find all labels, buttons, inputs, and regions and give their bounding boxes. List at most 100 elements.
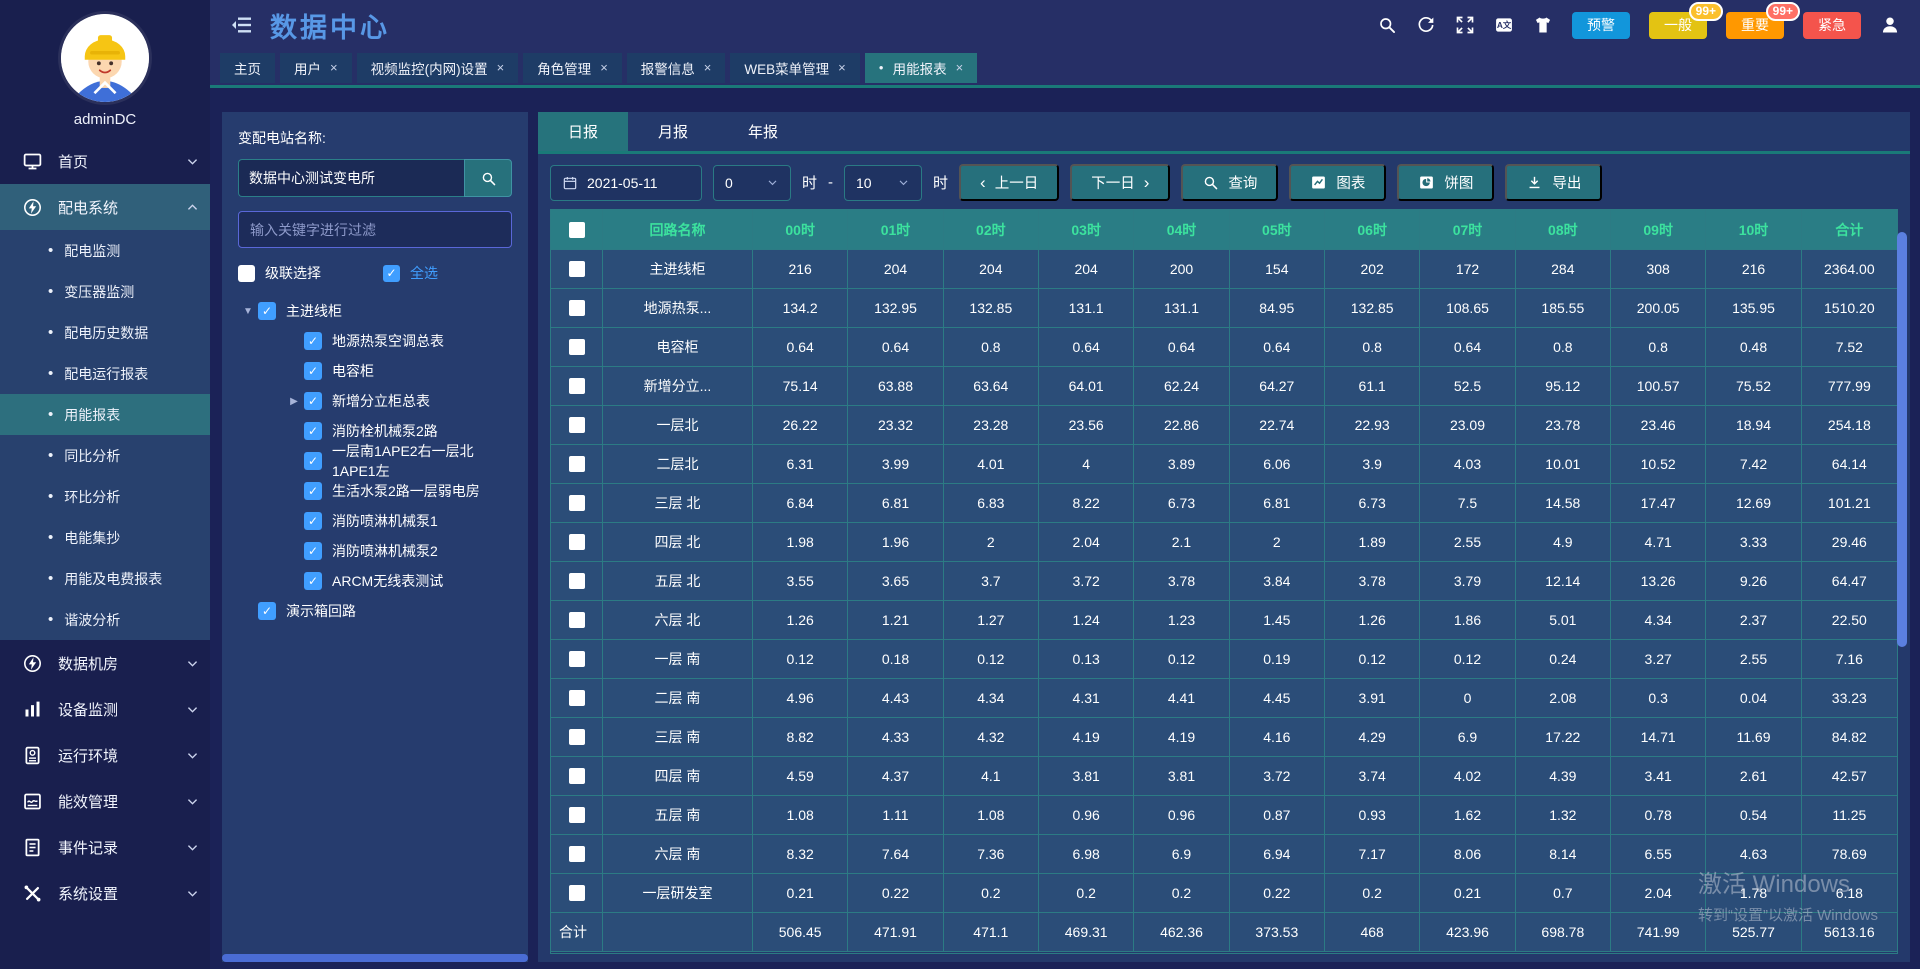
sidebar-subitem-环比分析[interactable]: •环比分析	[0, 476, 210, 517]
alert-button-一般[interactable]: 一般99+	[1649, 12, 1707, 39]
report-tab-月报[interactable]: 月报	[628, 112, 718, 151]
column-header-circuit-name[interactable]: 回路名称	[603, 210, 753, 250]
window-tab-报警信息[interactable]: 报警信息×	[627, 53, 726, 83]
user-icon[interactable]	[1880, 15, 1900, 35]
tree-node-ARCM无线表测试[interactable]: ✓ARCM无线表测试	[238, 566, 512, 596]
tree-node-演示箱回路[interactable]: ✓演示箱回路	[238, 596, 512, 626]
row-checkbox[interactable]	[569, 456, 585, 472]
tree-node-消防喷淋机械泵2[interactable]: ✓消防喷淋机械泵2	[238, 536, 512, 566]
tree-node-checkbox[interactable]: ✓	[304, 572, 322, 590]
tree-node-生活水泵2路一层弱电房[interactable]: ✓生活水泵2路一层弱电房	[238, 476, 512, 506]
tree-node-电容柜[interactable]: ✓电容柜	[238, 356, 512, 386]
sidebar-item-设备监测[interactable]: 设备监测	[0, 686, 210, 732]
sidebar-subitem-配电监测[interactable]: •配电监测	[0, 230, 210, 271]
prev-day-button[interactable]: ‹ 上一日	[959, 164, 1059, 201]
date-picker[interactable]: 2021-05-11	[550, 165, 702, 201]
column-header-07时[interactable]: 07时	[1420, 210, 1515, 250]
column-header-total[interactable]: 合计	[1802, 210, 1897, 250]
alert-button-重要[interactable]: 重要99+	[1726, 12, 1784, 39]
translate-icon[interactable]: A文	[1494, 15, 1514, 35]
tree-node-checkbox[interactable]: ✓	[304, 542, 322, 560]
tree-node-checkbox[interactable]: ✓	[304, 482, 322, 500]
report-tab-日报[interactable]: 日报	[538, 112, 628, 151]
row-checkbox[interactable]	[569, 807, 585, 823]
row-checkbox[interactable]	[569, 417, 585, 433]
row-checkbox[interactable]	[569, 885, 585, 901]
tree-node-checkbox[interactable]: ✓	[304, 392, 322, 410]
tree-node-checkbox[interactable]: ✓	[304, 452, 322, 470]
tree-node-checkbox[interactable]: ✓	[304, 332, 322, 350]
next-day-button[interactable]: 下一日 ›	[1070, 164, 1170, 201]
tree-node-消防喷淋机械泵1[interactable]: ✓消防喷淋机械泵1	[238, 506, 512, 536]
fullscreen-icon[interactable]	[1455, 15, 1475, 35]
row-checkbox[interactable]	[569, 261, 585, 277]
row-checkbox[interactable]	[569, 768, 585, 784]
caret-right-icon[interactable]: ▶	[284, 396, 304, 407]
tree-horizontal-scrollbar[interactable]	[222, 954, 528, 962]
tree-node-checkbox[interactable]: ✓	[304, 422, 322, 440]
sidebar-item-数据机房[interactable]: 数据机房	[0, 640, 210, 686]
cascade-checkbox[interactable]	[238, 265, 255, 282]
select-all-rows-checkbox[interactable]	[569, 222, 585, 238]
chart-button[interactable]: 图表	[1289, 164, 1386, 201]
search-icon[interactable]	[1377, 15, 1397, 35]
window-tab-用能报表[interactable]: ●用能报表×	[865, 53, 977, 83]
column-header-05时[interactable]: 05时	[1230, 210, 1325, 250]
sidebar-item-运行环境[interactable]: 运行环境	[0, 732, 210, 778]
export-button[interactable]: 导出	[1505, 164, 1602, 201]
tree-node-一层南1APE2右一层北1APE1左[interactable]: ✓一层南1APE2右一层北1APE1左	[238, 446, 512, 476]
tree-node-地源热泵空调总表[interactable]: ✓地源热泵空调总表	[238, 326, 512, 356]
sidebar-item-配电系统[interactable]: 配电系统	[0, 184, 210, 230]
theme-icon[interactable]	[1533, 15, 1553, 35]
row-checkbox[interactable]	[569, 729, 585, 745]
hour-start-select[interactable]: 0	[713, 165, 791, 201]
sidebar-item-首页[interactable]: 首页	[0, 138, 210, 184]
sidebar-subitem-配电历史数据[interactable]: •配电历史数据	[0, 312, 210, 353]
query-button[interactable]: 查询	[1181, 164, 1278, 201]
avatar[interactable]	[61, 14, 149, 102]
tree-filter-input[interactable]	[238, 211, 512, 248]
table-vertical-scrollbar[interactable]	[1897, 232, 1907, 647]
column-header-06时[interactable]: 06时	[1325, 210, 1420, 250]
row-checkbox[interactable]	[569, 651, 585, 667]
sidebar-subitem-电能集抄[interactable]: •电能集抄	[0, 517, 210, 558]
close-tab-icon[interactable]: ×	[704, 60, 712, 75]
station-search-button[interactable]	[464, 159, 512, 197]
row-checkbox[interactable]	[569, 573, 585, 589]
row-checkbox[interactable]	[569, 690, 585, 706]
column-header-02时[interactable]: 02时	[944, 210, 1039, 250]
collapse-sidebar-icon[interactable]	[230, 13, 254, 37]
column-header-04时[interactable]: 04时	[1134, 210, 1229, 250]
column-header-09时[interactable]: 09时	[1611, 210, 1706, 250]
sidebar-subitem-配电运行报表[interactable]: •配电运行报表	[0, 353, 210, 394]
close-tab-icon[interactable]: ×	[600, 60, 608, 75]
sidebar-subitem-谐波分析[interactable]: •谐波分析	[0, 599, 210, 640]
alert-button-预警[interactable]: 预警	[1572, 12, 1630, 39]
sidebar-subitem-用能及电费报表[interactable]: •用能及电费报表	[0, 558, 210, 599]
sidebar-subitem-用能报表[interactable]: •用能报表	[0, 394, 210, 435]
window-tab-WEB菜单管理[interactable]: WEB菜单管理×	[730, 53, 859, 83]
pie-button[interactable]: 饼图	[1397, 164, 1494, 201]
column-header-00时[interactable]: 00时	[753, 210, 848, 250]
station-name-input[interactable]	[238, 159, 464, 197]
window-tab-角色管理[interactable]: 角色管理×	[523, 53, 622, 83]
tree-node-checkbox[interactable]: ✓	[304, 512, 322, 530]
sidebar-item-能效管理[interactable]: 能效管理	[0, 778, 210, 824]
column-header-01时[interactable]: 01时	[848, 210, 943, 250]
window-tab-用户[interactable]: 用户×	[280, 53, 352, 83]
sidebar-item-系统设置[interactable]: 系统设置	[0, 870, 210, 916]
row-checkbox[interactable]	[569, 846, 585, 862]
window-tab-主页[interactable]: 主页	[220, 53, 275, 83]
hour-end-select[interactable]: 10	[844, 165, 922, 201]
column-header-03时[interactable]: 03时	[1039, 210, 1134, 250]
row-checkbox[interactable]	[569, 534, 585, 550]
row-checkbox[interactable]	[569, 339, 585, 355]
tree-node-checkbox[interactable]: ✓	[258, 602, 276, 620]
close-tab-icon[interactable]: ×	[838, 60, 846, 75]
row-checkbox[interactable]	[569, 300, 585, 316]
alert-button-紧急[interactable]: 紧急	[1803, 12, 1861, 39]
close-tab-icon[interactable]: ×	[956, 60, 964, 75]
row-checkbox[interactable]	[569, 612, 585, 628]
window-tab-视频监控(内网)设置[interactable]: 视频监控(内网)设置×	[357, 53, 519, 83]
close-tab-icon[interactable]: ×	[330, 60, 338, 75]
